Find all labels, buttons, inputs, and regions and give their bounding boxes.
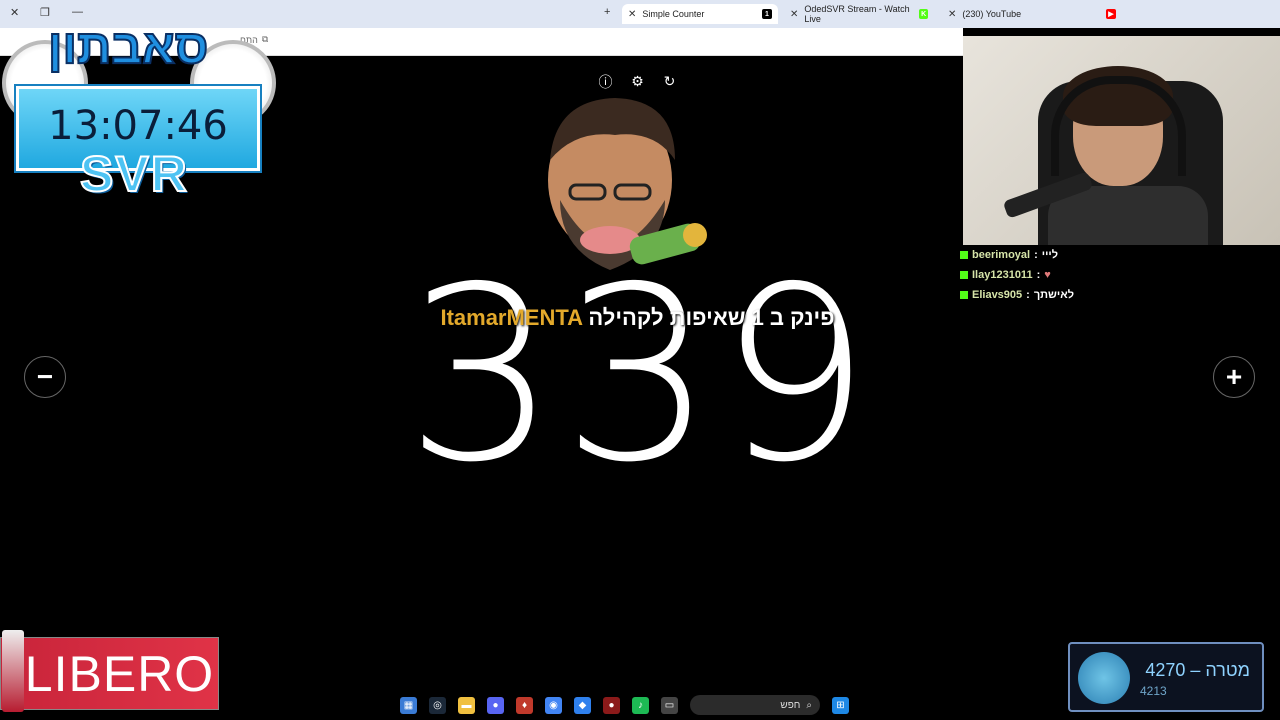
decrement-button[interactable]: − — [24, 356, 66, 398]
youtube-favicon-icon: ▶ — [1106, 9, 1116, 19]
chat-username: beerimoyal — [972, 249, 1031, 261]
recorder-icon[interactable]: ● — [603, 696, 620, 714]
kick-badge-icon — [960, 291, 968, 299]
steam-icon[interactable]: ◎ — [429, 696, 446, 714]
goal-label: מטרה – 4270 — [1145, 660, 1250, 680]
taskbar: ▦ ◎ ▬ ● ♦ ◉ ◆ ● ♪ ▭ חפש ⌕ ⊞ — [400, 692, 880, 718]
ad-brand: LIBERO — [24, 645, 215, 702]
chrome-icon[interactable]: ◉ — [545, 696, 562, 714]
search-icon: ⌕ — [806, 699, 812, 711]
chat-overlay: beerimoyal : לייי Ilay1231011 : ♥ Eliavs… — [960, 245, 1280, 305]
tab-oded-stream[interactable]: ✕ OdedSVR Stream - Watch Live K — [784, 4, 934, 24]
avatar-sticker — [548, 98, 707, 270]
webcam-feed — [963, 36, 1280, 245]
alert-message: פינק ב 1 שאיפות לקהילה — [588, 305, 835, 330]
libero-ad: LIBERO — [0, 637, 219, 710]
overlay-title: סאבתון — [47, 20, 209, 75]
chat-message: Eliavs905 : לאישתך — [960, 285, 1280, 305]
counter-toolbar: ⓘ ⚙ ↻ — [598, 73, 677, 90]
goal-current: 4213 — [1140, 684, 1167, 698]
gear-icon[interactable]: ⚙ — [630, 73, 645, 89]
refresh-icon[interactable]: ↻ — [662, 73, 677, 89]
tab-label: Simple Counter — [642, 9, 705, 19]
chat-text: לאישתך — [1033, 289, 1075, 301]
goal-widget: מטרה – 4270 4213 — [1068, 642, 1264, 712]
close-tab-icon[interactable]: ✕ — [948, 9, 956, 20]
info-icon[interactable]: ⓘ — [598, 74, 613, 90]
tab-label: OdedSVR Stream - Watch Live — [804, 4, 910, 24]
folder-icon[interactable]: ▬ — [458, 696, 475, 714]
discord-icon[interactable]: ● — [487, 696, 504, 714]
increment-button[interactable]: + — [1213, 356, 1255, 398]
windows-start-icon[interactable]: ⊞ — [832, 696, 849, 714]
window-icon[interactable]: ▭ — [661, 696, 678, 714]
chat-username: Eliavs905 — [972, 289, 1023, 301]
close-tab-icon[interactable]: ✕ — [790, 9, 798, 20]
chat-username: Ilay1231011 — [972, 269, 1033, 281]
donation-alert: ItamarMENTA פינק ב 1 שאיפות לקהילה — [415, 305, 860, 331]
kick-favicon-icon: K — [919, 9, 928, 19]
widgets-icon[interactable]: ▦ — [400, 696, 417, 714]
avatar — [1078, 652, 1130, 704]
alert-username: ItamarMENTA — [440, 305, 583, 330]
chat-message: beerimoyal : לייי — [960, 245, 1280, 265]
tab-youtube[interactable]: ✕ (230) YouTube ▶ — [942, 4, 1122, 24]
clock-overlay: סאבתון 13:07:46 SVR — [0, 0, 280, 205]
chat-message: Ilay1231011 : ♥ — [960, 265, 1280, 285]
tab-simple-counter[interactable]: ✕ Simple Counter 1 — [622, 4, 778, 24]
tab-label: (230) YouTube — [962, 9, 1022, 19]
spotify-icon[interactable]: ♪ — [632, 696, 649, 714]
brand-logo: SVR — [79, 145, 189, 203]
counter-favicon-icon: 1 — [762, 9, 772, 19]
chat-text: לייי — [1041, 249, 1059, 261]
heart-emoji-icon: ♥ — [1044, 269, 1051, 281]
taskbar-search[interactable]: חפש ⌕ — [690, 695, 820, 715]
obs-icon[interactable]: ◆ — [574, 696, 591, 714]
kick-badge-icon — [960, 251, 968, 259]
close-tab-icon[interactable]: ✕ — [628, 9, 636, 20]
new-tab-icon[interactable]: + — [604, 6, 610, 18]
perfume-bottle-image — [2, 630, 24, 712]
clock-time: 13:07:46 — [48, 103, 228, 149]
headset — [1051, 76, 1186, 176]
kick-badge-icon — [960, 271, 968, 279]
app-icon[interactable]: ♦ — [516, 696, 533, 714]
